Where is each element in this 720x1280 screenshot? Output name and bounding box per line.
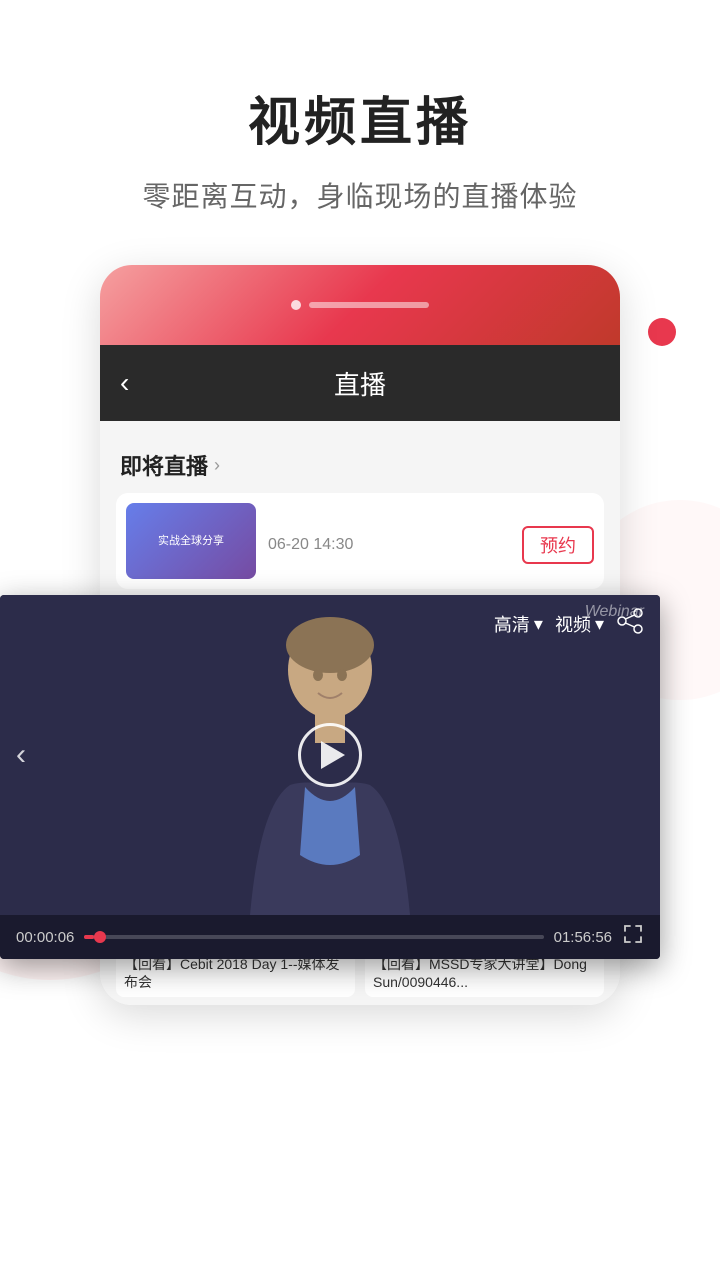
- time-total: 01:56:56: [554, 929, 612, 946]
- play-icon: [321, 741, 345, 769]
- share-icon[interactable]: [616, 607, 644, 641]
- play-button[interactable]: [298, 723, 362, 787]
- nav-back-button[interactable]: ‹: [120, 367, 129, 399]
- upcoming-info: 06-20 14:30 预约: [268, 518, 594, 564]
- nav-title: 直播: [334, 365, 386, 402]
- status-dot: [291, 300, 301, 310]
- time-current: 00:00:06: [16, 929, 74, 946]
- progress-fill: [84, 935, 93, 939]
- upcoming-label: 即将直播: [120, 449, 208, 481]
- video-progress-bar[interactable]: 00:00:06 01:56:56: [0, 915, 660, 959]
- video-main-area: Webinar ‹ 高清 ▾ 视频 ▾: [0, 595, 660, 915]
- phone-mockup-wrapper: ‹ 直播 即将直播 › 实战全球分享 06-20 14:30 预约: [0, 265, 720, 1005]
- video-mode-button[interactable]: 视频 ▾: [555, 611, 604, 637]
- app-nav-bar: ‹ 直播: [100, 345, 620, 421]
- progress-track[interactable]: [84, 935, 543, 939]
- quality-button[interactable]: 高清 ▾: [494, 611, 543, 637]
- phone-top-bar: [100, 265, 620, 345]
- header-section: 视频直播 零距离互动，身临现场的直播体验: [0, 0, 720, 245]
- upcoming-thumbnail: 实战全球分享: [126, 503, 256, 579]
- status-bar: [309, 302, 429, 308]
- upcoming-card: 实战全球分享 06-20 14:30 预约: [116, 493, 604, 589]
- reserve-button[interactable]: 预约: [522, 526, 594, 564]
- upcoming-time: 06-20 14:30: [268, 536, 353, 554]
- subtitle: 零距离互动，身临现场的直播体验: [40, 175, 680, 215]
- upcoming-thumb-text: 实战全球分享: [154, 530, 228, 552]
- main-title: 视频直播: [40, 80, 680, 155]
- video-player[interactable]: Webinar ‹ 高清 ▾ 视频 ▾: [0, 595, 660, 959]
- video-controls-top: 高清 ▾ 视频 ▾: [494, 607, 644, 641]
- upcoming-section-header: 即将直播 ›: [120, 449, 600, 481]
- upcoming-meta: 06-20 14:30 预约: [268, 526, 594, 564]
- upcoming-arrow[interactable]: ›: [214, 455, 220, 476]
- app-content-top: 即将直播 › 实战全球分享 06-20 14:30 预约: [100, 421, 620, 605]
- progress-thumb[interactable]: [94, 931, 106, 943]
- fullscreen-icon[interactable]: [622, 923, 644, 951]
- video-back-button[interactable]: ‹: [16, 738, 26, 772]
